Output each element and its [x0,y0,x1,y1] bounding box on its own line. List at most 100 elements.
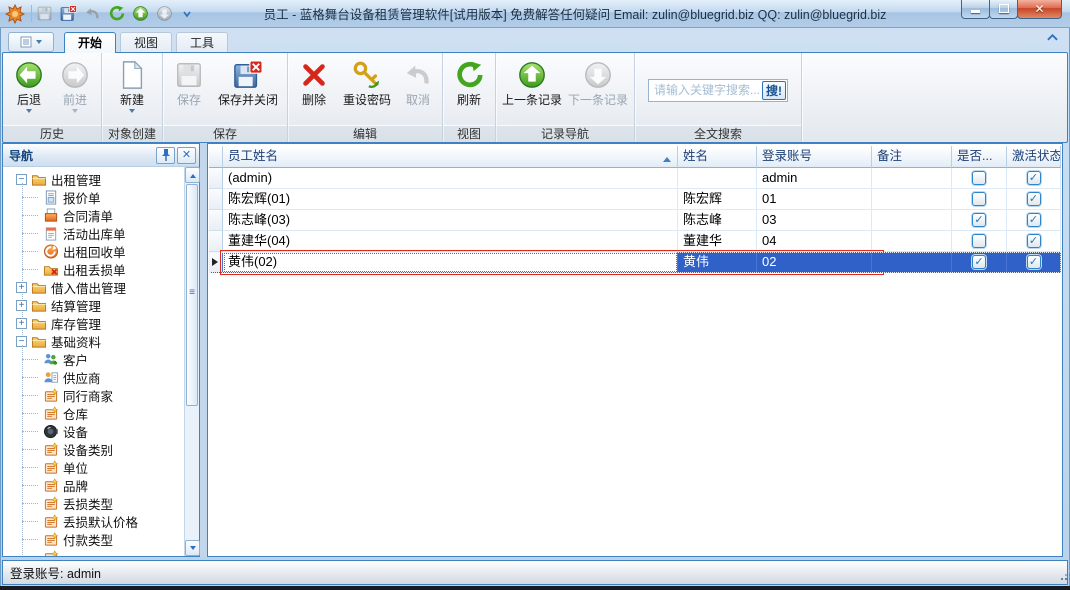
column-header-name[interactable]: 姓名 [678,146,757,168]
resize-grip[interactable] [1061,578,1063,580]
tree-item-clipped[interactable] [3,548,184,556]
card-icon [43,442,59,457]
tree-item-unit[interactable]: 单位 [3,458,184,476]
active-status-checkbox[interactable] [1027,213,1041,227]
tree-item-inventory-mgmt[interactable]: + 库存管理 [3,314,184,332]
is-admin-checkbox[interactable] [972,192,986,206]
minimize-button[interactable] [961,0,990,19]
save-and-close-button[interactable]: 保存并关闭 [212,55,284,125]
cancel-button[interactable]: 取消 [397,55,439,125]
expand-icon[interactable]: + [16,282,27,293]
customize-quick-access-icon[interactable] [182,9,192,19]
next-record-icon[interactable] [156,5,173,22]
active-status-checkbox[interactable] [1027,192,1041,206]
application-menu-button[interactable] [8,32,54,52]
row-indicator [209,210,223,231]
active-status-checkbox[interactable] [1027,234,1041,248]
active-status-checkbox[interactable] [1027,171,1041,185]
forward-button[interactable]: 前进 [52,55,98,125]
close-panel-button[interactable]: ✕ [177,147,196,164]
window-controls: ✕ [962,0,1062,19]
window-title: 员工 - 蓝格舞台设备租赁管理软件[试用版本] 免费解答任何疑问 Email: … [196,4,962,23]
search-button[interactable]: 搜! [762,81,786,100]
tree-item-event-outbound[interactable]: 活动出库单 [3,224,184,242]
refresh-icon[interactable] [108,5,125,22]
quick-access-toolbar [31,5,196,22]
quote-doc-icon [43,190,59,205]
tree-item-suppliers[interactable]: 供应商 [3,368,184,386]
tree-item-brand[interactable]: 品牌 [3,476,184,494]
table-row-selected[interactable]: 黄伟(02) 黄伟 02 [209,252,1061,273]
tree-item-quotation[interactable]: 报价单 [3,188,184,206]
folder-icon [31,316,47,331]
chevron-down-icon [26,109,32,116]
next-record-icon [583,60,613,90]
refresh-button[interactable]: 刷新 [446,55,492,125]
table-row[interactable]: 董建华(04) 董建华 04 [209,231,1061,252]
tab-home[interactable]: 开始 [64,32,116,53]
active-status-checkbox[interactable] [1027,255,1041,269]
is-admin-checkbox[interactable] [972,171,986,185]
next-record-button[interactable]: 下一条记录 [565,55,631,125]
tree-item-rental-return[interactable]: 出租回收单 [3,242,184,260]
app-logo-icon[interactable] [5,4,25,24]
save-icon[interactable] [36,5,53,22]
save-and-close-icon [233,60,263,90]
scroll-up-button[interactable] [185,167,200,183]
tree-item-contract-list[interactable]: 合同清单 [3,206,184,224]
tree-item-warehouse[interactable]: 仓库 [3,404,184,422]
column-header-active-status[interactable]: 激活状态 [1007,146,1061,168]
panel-splitter[interactable] [200,143,207,557]
tree-item-settlement-mgmt[interactable]: + 结算管理 [3,296,184,314]
maximize-button[interactable] [989,0,1018,19]
is-admin-checkbox[interactable] [972,255,986,269]
tree-item-customers[interactable]: 客户 [3,350,184,368]
tree-item-base-data[interactable]: − 基础资料 [3,332,184,350]
previous-record-button[interactable]: 上一条记录 [499,55,565,125]
table-row[interactable]: 陈宏辉(01) 陈宏辉 01 [209,189,1061,210]
tree-item-borrow-mgmt[interactable]: + 借入借出管理 [3,278,184,296]
save-and-close-icon[interactable] [60,5,77,22]
focused-cell[interactable]: 黄伟(02) [223,252,678,273]
new-button[interactable]: 新建 [105,55,159,125]
reset-password-button[interactable]: 重设密码 [337,55,397,125]
column-header-login-account[interactable]: 登录账号 [757,146,872,168]
previous-record-icon [517,60,547,90]
scroll-down-button[interactable] [185,540,200,556]
is-admin-checkbox[interactable] [972,234,986,248]
tree-scrollbar[interactable] [184,167,199,556]
main-area: 导航 ✕ − 出租管理 报价单 [2,143,1066,557]
column-header-note[interactable]: 备注 [872,146,952,168]
tab-view[interactable]: 视图 [120,32,172,53]
group-caption: 编辑 [288,125,442,142]
tab-tools[interactable]: 工具 [176,32,228,53]
tree-item-equipment-category[interactable]: 设备类别 [3,440,184,458]
loss-folder-icon [43,262,59,277]
pin-button[interactable] [156,147,175,164]
column-header-is-admin[interactable]: 是否... [952,146,1007,168]
expand-icon[interactable]: + [16,300,27,311]
is-admin-checkbox[interactable] [972,213,986,227]
undo-icon[interactable] [84,5,101,22]
delete-button[interactable]: 删除 [291,55,337,125]
column-header-employee-name[interactable]: 员工姓名 [223,146,678,168]
expand-icon[interactable]: + [16,318,27,329]
back-button[interactable]: 后退 [6,55,52,125]
tree-item-equipment[interactable]: 设备 [3,422,184,440]
title-bar[interactable]: 员工 - 蓝格舞台设备租赁管理软件[试用版本] 免费解答任何疑问 Email: … [0,0,1070,28]
customers-icon [43,352,59,367]
tree-item-loss-type[interactable]: 丢损类型 [3,494,184,512]
save-button[interactable]: 保存 [166,55,212,125]
tree-item-rental-mgmt[interactable]: − 出租管理 [3,170,184,188]
collapse-ribbon-icon[interactable] [1047,34,1058,42]
scrollbar-thumb[interactable] [186,184,198,406]
table-row[interactable]: (admin) admin [209,168,1061,189]
employee-grid: 员工姓名 姓名 登录账号 备注 是否... 激活状态 (admin) admin [207,143,1063,557]
previous-record-icon[interactable] [132,5,149,22]
table-row[interactable]: 陈志峰(03) 陈志峰 03 [209,210,1061,231]
tree-item-loss-default-price[interactable]: 丢损默认价格 [3,512,184,530]
tree-item-peer-merchants[interactable]: 同行商家 [3,386,184,404]
tree-item-rental-loss[interactable]: 出租丢损单 [3,260,184,278]
close-button[interactable]: ✕ [1017,0,1062,19]
tree-item-payment-type[interactable]: 付款类型 [3,530,184,548]
